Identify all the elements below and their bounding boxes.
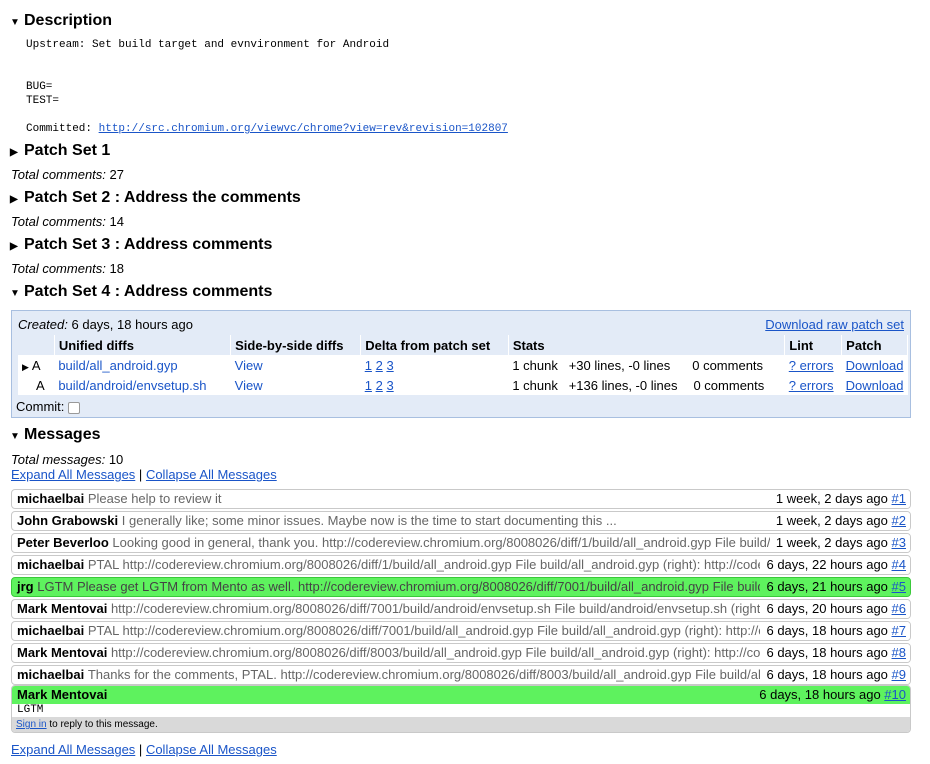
side-by-side-view-link[interactable]: View — [235, 378, 263, 393]
message-author: Mark Mentovai — [17, 601, 108, 616]
download-patch-link[interactable]: Download — [846, 378, 904, 393]
message-number-link[interactable]: #2 — [892, 513, 906, 528]
patchset-1-header[interactable]: ▶ Patch Set 1 — [10, 141, 110, 163]
message-item[interactable]: Mark Mentovai http://codereview.chromium… — [11, 643, 911, 663]
message-item[interactable]: michaelbai Thanks for the comments, PTAL… — [11, 665, 911, 685]
lint-errors-link[interactable]: ? errors — [789, 358, 834, 373]
message-number-link[interactable]: #1 — [892, 491, 906, 506]
delta-link-2[interactable]: 2 — [376, 358, 383, 373]
patchset-4-header[interactable]: ▼ Patch Set 4 : Address comments — [10, 282, 272, 304]
patch-files-table: Unified diffs Side-by-side diffs Delta f… — [18, 335, 908, 395]
messages-header[interactable]: ▼ Messages — [10, 425, 101, 447]
message-number-link[interactable]: #7 — [892, 623, 906, 638]
description-header[interactable]: ▼ Description — [10, 11, 112, 33]
committed-link[interactable]: http://src.chromium.org/viewvc/chrome?vi… — [99, 123, 508, 135]
patchset-3-header[interactable]: ▶ Patch Set 3 : Address comments — [10, 235, 272, 257]
patchset-4-box: Created: 6 days, 18 hours ago Download r… — [11, 310, 911, 418]
message-body: LGTM — [12, 704, 910, 717]
message-snippet: LGTM Please get LGTM from Mento as well.… — [37, 579, 857, 594]
message-author: michaelbai — [17, 667, 85, 682]
message-number-link[interactable]: #5 — [892, 579, 906, 594]
file-link[interactable]: build/all_android.gyp — [58, 358, 177, 373]
message-number-link[interactable]: #8 — [892, 645, 906, 660]
message-item[interactable]: Mark Mentovai http://codereview.chromium… — [11, 599, 911, 619]
expanded-triangle-icon: ▼ — [10, 431, 20, 442]
delta-link-1[interactable]: 1 — [365, 378, 372, 393]
expand-file-triangle-icon[interactable]: ▶ — [22, 362, 29, 372]
expanded-triangle-icon: ▼ — [10, 288, 20, 299]
patchset-2-header[interactable]: ▶ Patch Set 2 : Address the comments — [10, 188, 301, 210]
message-author: michaelbai — [17, 623, 85, 638]
delta-link-2[interactable]: 2 — [376, 378, 383, 393]
collapse-all-messages-link[interactable]: Collapse All Messages — [146, 742, 277, 757]
collapsed-triangle-icon: ▶ — [10, 194, 18, 205]
message-number-link[interactable]: #9 — [892, 667, 906, 682]
delta-link-3[interactable]: 3 — [386, 358, 393, 373]
commit-row: Commit: — [16, 399, 81, 414]
message-author: michaelbai — [17, 557, 85, 572]
message-author: Mark Mentovai — [17, 645, 108, 660]
message-item[interactable]: michaelbai PTAL http://codereview.chromi… — [11, 555, 911, 575]
delta-link-3[interactable]: 3 — [386, 378, 393, 393]
lint-errors-link[interactable]: ? errors — [789, 378, 834, 393]
message-snippet: http://codereview.chromium.org/8008026/d… — [110, 601, 871, 616]
message-snippet: Please help to review it — [87, 491, 222, 506]
message-item[interactable]: John Grabowski I generally like; some mi… — [11, 511, 911, 531]
expanded-triangle-icon: ▼ — [10, 17, 20, 28]
message-reply-footer: Sign in to reply to this message. — [12, 717, 910, 732]
message-snippet: Thanks for the comments, PTAL. http://co… — [87, 667, 839, 682]
download-raw-patch-link[interactable]: Download raw patch set — [765, 317, 904, 332]
message-snippet: Looking good in general, thank you. http… — [112, 535, 859, 550]
messages-controls-bottom: Expand All Messages | Collapse All Messa… — [11, 742, 277, 757]
message-item-lgtm[interactable]: jrg LGTM Please get LGTM from Mento as w… — [11, 577, 911, 597]
patchset-1-total: Total comments: 27 — [11, 167, 124, 182]
message-author: Peter Beverloo — [17, 535, 109, 550]
sign-in-link[interactable]: Sign in — [16, 719, 47, 730]
table-row: A build/android/envsetup.sh View 1 2 3 1… — [18, 375, 908, 395]
message-author: jrg — [17, 579, 34, 594]
delta-link-1[interactable]: 1 — [365, 358, 372, 373]
patchset-3-total: Total comments: 18 — [11, 261, 124, 276]
message-item[interactable]: Peter Beverloo Looking good in general, … — [11, 533, 911, 553]
message-expanded: Mark Mentovai 6 days, 18 hours ago #10 L… — [11, 685, 911, 733]
collapse-all-messages-link[interactable]: Collapse All Messages — [146, 467, 277, 482]
collapsed-triangle-icon: ▶ — [10, 147, 18, 158]
message-author: michaelbai — [17, 491, 85, 506]
message-item[interactable]: michaelbai PTAL http://codereview.chromi… — [11, 621, 911, 641]
message-author: John Grabowski — [17, 513, 119, 528]
table-row: ▶ A build/all_android.gyp View 1 2 3 1 c… — [18, 355, 908, 375]
message-author: Mark Mentovai — [17, 687, 108, 702]
message-snippet: http://codereview.chromium.org/8008026/d… — [110, 645, 813, 660]
expand-all-messages-link[interactable]: Expand All Messages — [11, 467, 135, 482]
message-expanded-header[interactable]: Mark Mentovai 6 days, 18 hours ago #10 — [12, 686, 910, 704]
message-snippet: I generally like; some minor issues. May… — [121, 513, 617, 528]
side-by-side-view-link[interactable]: View — [235, 358, 263, 373]
message-number-link[interactable]: #4 — [892, 557, 906, 572]
message-snippet: PTAL http://codereview.chromium.org/8008… — [87, 557, 803, 572]
file-link[interactable]: build/android/envsetup.sh — [58, 378, 206, 393]
table-header-row: Unified diffs Side-by-side diffs Delta f… — [18, 335, 908, 355]
message-snippet: PTAL http://codereview.chromium.org/8008… — [87, 623, 824, 638]
message-item[interactable]: michaelbai Please help to review it 1 we… — [11, 489, 911, 509]
commit-checkbox[interactable] — [68, 401, 81, 414]
messages-total: Total messages: 10 — [11, 452, 124, 467]
patchset-2-total: Total comments: 14 — [11, 214, 124, 229]
description-text: Upstream: Set build target and evnvironm… — [26, 39, 508, 135]
message-number-link[interactable]: #6 — [892, 601, 906, 616]
message-number-link[interactable]: #10 — [884, 687, 906, 702]
created-info: Created: 6 days, 18 hours ago — [18, 317, 193, 332]
collapsed-triangle-icon: ▶ — [10, 241, 18, 252]
expand-all-messages-link[interactable]: Expand All Messages — [11, 742, 135, 757]
download-patch-link[interactable]: Download — [846, 358, 904, 373]
message-number-link[interactable]: #3 — [892, 535, 906, 550]
messages-controls-top: Expand All Messages | Collapse All Messa… — [11, 467, 277, 482]
